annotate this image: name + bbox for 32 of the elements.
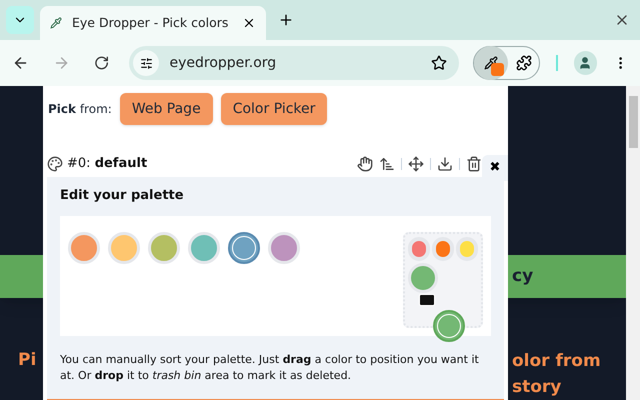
browser-tab[interactable]: Eye Dropper - Pick colors bbox=[40, 6, 266, 40]
extension-pipette-icon[interactable] bbox=[474, 46, 508, 80]
trash-icon[interactable] bbox=[466, 156, 482, 172]
url-text: eyedropper.org bbox=[169, 54, 278, 72]
palette-icon bbox=[47, 156, 63, 172]
close-button[interactable]: ✖ bbox=[482, 154, 508, 180]
heading-text: Pi bbox=[18, 350, 36, 370]
close-icon[interactable] bbox=[242, 16, 256, 30]
reload-icon[interactable] bbox=[94, 55, 110, 71]
banner-text: cy bbox=[512, 264, 534, 288]
new-tab-icon[interactable] bbox=[278, 12, 294, 28]
pick-label: Pick from: bbox=[48, 101, 112, 118]
sort-icon[interactable] bbox=[379, 156, 395, 172]
edit-title: Edit your palette bbox=[60, 187, 185, 205]
pipette-icon bbox=[50, 17, 62, 29]
bookmark-star-icon[interactable] bbox=[431, 55, 448, 71]
extensions-icon[interactable] bbox=[516, 55, 532, 71]
scrollbar[interactable] bbox=[626, 86, 640, 400]
hand-icon[interactable] bbox=[357, 156, 373, 172]
address-bar[interactable]: eyedropper.org bbox=[129, 46, 460, 80]
heading-text: olor from bbox=[512, 350, 601, 373]
pick-button[interactable]: Web Page bbox=[120, 93, 213, 125]
site-info-icon[interactable] bbox=[133, 50, 160, 76]
tab-title: Eye Dropper - Pick colors bbox=[72, 14, 230, 32]
color-swatch[interactable] bbox=[228, 232, 260, 264]
download-icon[interactable] bbox=[437, 156, 453, 172]
profile-icon[interactable] bbox=[574, 51, 597, 75]
help-text: You can manually sort your palette. Just drag a color to position you want it at. Or drop it to trash bin area to mark it as deleted. bbox=[60, 352, 480, 384]
pick-button[interactable]: Color Picker bbox=[220, 93, 328, 125]
heading-text: story bbox=[512, 376, 562, 399]
palette-title: #0: default bbox=[67, 154, 148, 173]
move-icon[interactable] bbox=[408, 156, 424, 172]
